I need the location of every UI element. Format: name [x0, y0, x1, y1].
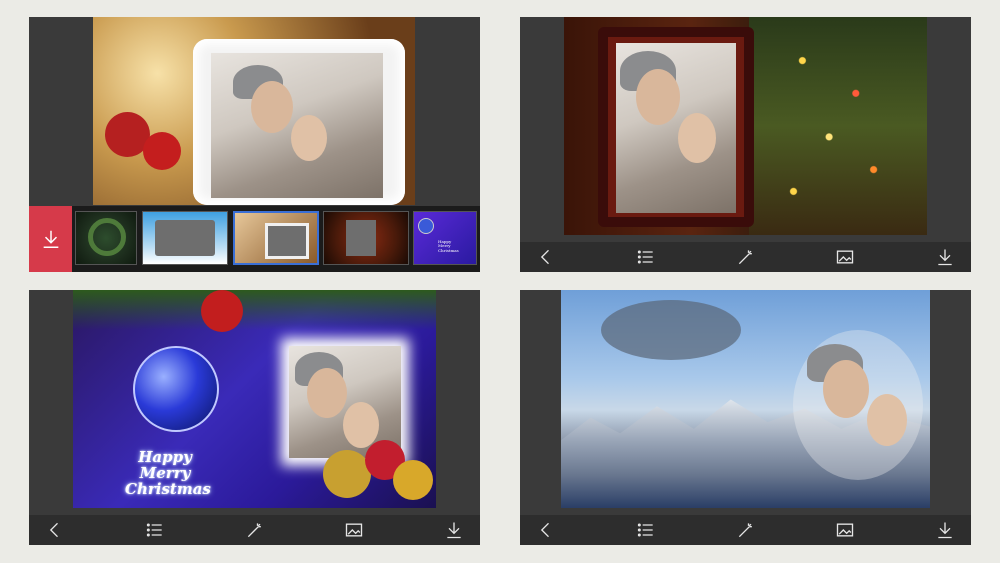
preview-photo	[564, 17, 927, 235]
ornament-blue	[418, 218, 434, 234]
face	[251, 81, 293, 133]
magic-wand-icon	[738, 250, 752, 265]
photo-slot	[155, 220, 215, 256]
ornament-gold	[393, 460, 433, 500]
face	[343, 402, 379, 448]
editor-toolbar	[29, 515, 480, 545]
download-button[interactable]	[442, 518, 466, 542]
editor-toolbar	[520, 242, 971, 272]
image-button[interactable]	[342, 518, 366, 542]
magic-wand-button[interactable]	[734, 518, 758, 542]
download-button[interactable]	[933, 518, 957, 542]
greeting-text: Happy Merry Christmas	[125, 449, 211, 498]
couple-photo	[616, 43, 736, 213]
list-button[interactable]	[143, 518, 167, 542]
editor-panel-lights	[520, 17, 971, 272]
magic-wand-icon	[738, 523, 752, 538]
back-button[interactable]	[534, 245, 558, 269]
list-icon	[146, 523, 162, 537]
image-icon	[837, 250, 854, 264]
frost-frame	[193, 39, 405, 205]
image-icon	[837, 523, 854, 537]
download-icon	[43, 230, 58, 248]
preview-photo: Happy Merry Christmas	[73, 290, 436, 508]
ornament-red	[143, 132, 181, 170]
face	[636, 69, 680, 125]
magic-wand-icon	[247, 523, 261, 538]
list-icon	[637, 250, 653, 264]
couple-blend	[793, 330, 923, 480]
thumbnail-frost-frame[interactable]	[233, 211, 319, 265]
pine-branches	[73, 290, 436, 330]
list-button[interactable]	[634, 245, 658, 269]
face	[307, 368, 347, 418]
face	[678, 113, 716, 163]
magic-wand-button[interactable]	[734, 245, 758, 269]
download-button[interactable]	[29, 206, 72, 272]
thumbnail-ornament-frame[interactable]: Happy Merry Christmas	[413, 211, 477, 265]
lights-frame	[598, 27, 754, 227]
list-icon	[637, 523, 653, 537]
face	[291, 115, 327, 161]
thumbnail-wreath-frame[interactable]	[75, 211, 137, 265]
preview-photo	[561, 290, 930, 508]
list-button[interactable]	[634, 518, 658, 542]
storm-cloud	[601, 300, 741, 360]
ornament-gold	[323, 450, 371, 498]
thumbnail-lights-frame[interactable]	[323, 211, 409, 265]
face	[823, 360, 869, 418]
preview-photo	[93, 17, 415, 205]
magic-wand-button[interactable]	[243, 518, 267, 542]
editor-panel-mountain	[520, 290, 971, 545]
back-icon	[540, 249, 549, 265]
thumbnail-snow-frame[interactable]	[142, 211, 228, 265]
couple-photo	[211, 53, 383, 198]
download-icon	[447, 522, 461, 539]
image-button[interactable]	[833, 518, 857, 542]
download-icon	[938, 522, 952, 539]
back-button[interactable]	[43, 518, 67, 542]
ornament-blue	[133, 346, 219, 432]
editor-toolbar	[520, 515, 971, 545]
thumbnail-card-text: Happy Merry Christmas	[438, 239, 459, 253]
greeting-line: Christmas	[125, 479, 211, 498]
christmas-tree-lights	[749, 17, 927, 235]
editor-panel-ornament: Happy Merry Christmas	[29, 290, 480, 545]
download-button[interactable]	[933, 245, 957, 269]
back-icon	[540, 522, 549, 538]
photo-slot	[265, 223, 309, 259]
back-icon	[49, 522, 58, 538]
face	[867, 394, 907, 446]
image-button[interactable]	[833, 245, 857, 269]
back-button[interactable]	[534, 518, 558, 542]
editor-panel-thumbnail-picker: Happy Merry Christmas	[29, 17, 480, 272]
frame-thumbnail-strip: Happy Merry Christmas	[29, 206, 480, 272]
wreath-shape	[88, 218, 126, 256]
ornament-red	[201, 290, 243, 332]
image-icon	[346, 523, 363, 537]
photo-slot	[346, 220, 376, 256]
download-icon	[938, 249, 952, 266]
